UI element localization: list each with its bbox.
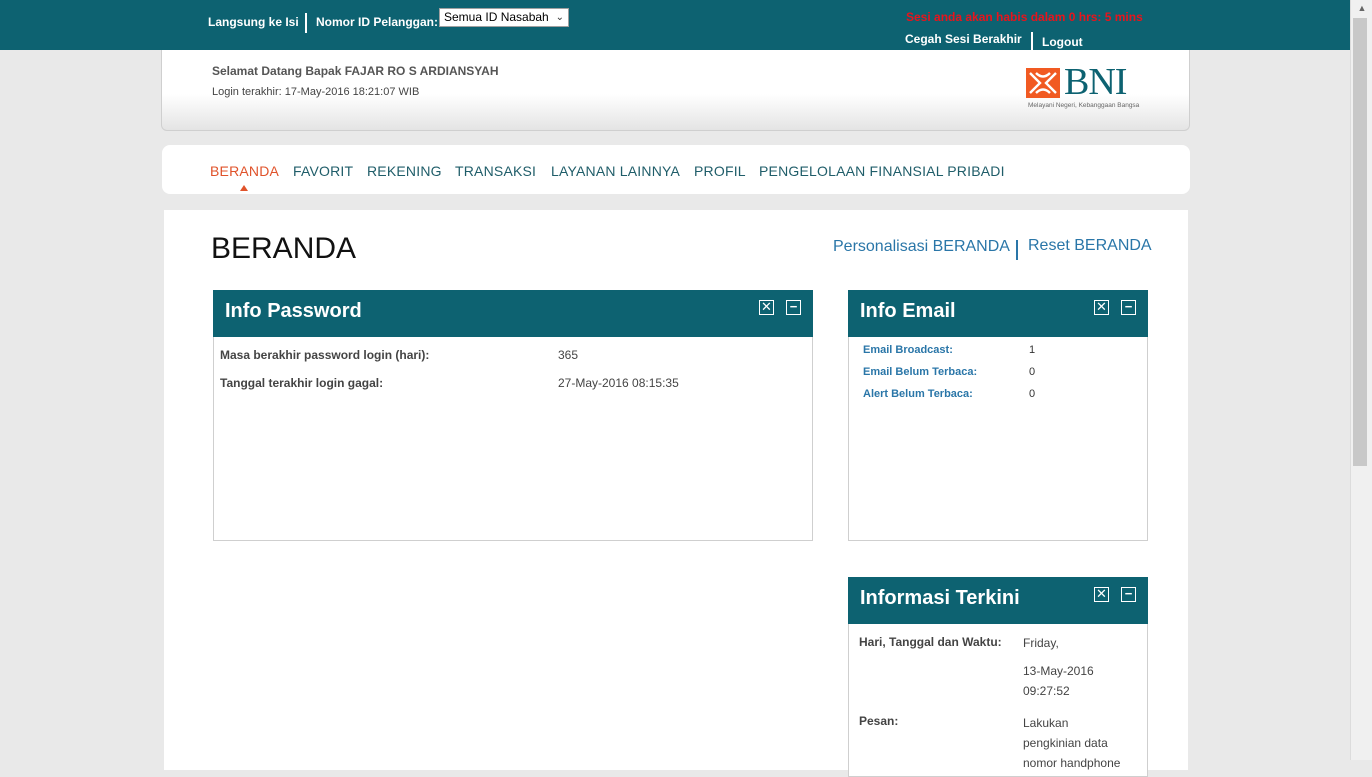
unread-alert-count: 0 bbox=[1029, 388, 1036, 400]
info-password-header: Info Password ✕ − bbox=[213, 290, 813, 337]
info-email-header: Info Email ✕ − bbox=[848, 290, 1148, 337]
top-bar: Langsung ke Isi Nomor ID Pelanggan: Semu… bbox=[0, 0, 1350, 50]
page-scrollbar[interactable]: ▲ bbox=[1350, 0, 1372, 760]
minimize-panel-icon[interactable]: − bbox=[1121, 300, 1136, 315]
last-failed-login-label: Tanggal terakhir login gagal: bbox=[220, 376, 384, 390]
session-timeout-warning: Sesi anda akan habis dalam 0 hrs: 5 mins bbox=[906, 10, 1143, 24]
info-time: 09:27:52 bbox=[1023, 684, 1070, 698]
informasi-terkini-panel: Informasi Terkini ✕ − Hari, Tanggal dan … bbox=[848, 577, 1148, 777]
skip-to-content-link[interactable]: Langsung ke Isi bbox=[208, 15, 299, 29]
email-broadcast-count: 1 bbox=[1029, 344, 1036, 356]
page-title: BERANDA bbox=[211, 232, 357, 265]
info-password-title: Info Password bbox=[225, 300, 362, 322]
scroll-up-arrow-icon[interactable]: ▲ bbox=[1351, 0, 1372, 17]
email-broadcast-link[interactable]: Email Broadcast: bbox=[863, 344, 953, 356]
main-navigation: BERANDA FAVORIT REKENING TRANSAKSI LAYAN… bbox=[162, 145, 1190, 194]
welcome-greeting: Selamat Datang Bapak FAJAR RO S ARDIANSY… bbox=[212, 64, 499, 78]
link-divider bbox=[1016, 240, 1018, 260]
close-panel-icon[interactable]: ✕ bbox=[759, 300, 774, 315]
chevron-down-icon: ⌄ bbox=[555, 12, 564, 23]
customer-id-select-value: Semua ID Nasabah bbox=[444, 10, 549, 24]
message-line-1: Lakukan bbox=[1023, 716, 1069, 730]
unread-email-count: 0 bbox=[1029, 366, 1036, 378]
last-login-info: Login terakhir: 17-May-2016 18:21:07 WIB bbox=[212, 86, 420, 98]
info-password-panel: Info Password ✕ − Masa berakhir password… bbox=[213, 290, 813, 541]
close-panel-icon[interactable]: ✕ bbox=[1094, 587, 1109, 602]
nav-item-profil[interactable]: PROFIL bbox=[694, 163, 746, 179]
datetime-label: Hari, Tanggal dan Waktu: bbox=[859, 635, 1002, 649]
message-line-3: nomor handphone bbox=[1023, 756, 1121, 770]
info-email-title: Info Email bbox=[860, 300, 956, 322]
informasi-terkini-header: Informasi Terkini ✕ − bbox=[848, 577, 1148, 624]
logout-link[interactable]: Logout bbox=[1042, 35, 1083, 49]
scrollbar-thumb[interactable] bbox=[1353, 18, 1367, 466]
unread-email-link[interactable]: Email Belum Terbaca: bbox=[863, 366, 977, 378]
message-line-2: pengkinian data bbox=[1023, 736, 1108, 750]
informasi-terkini-title: Informasi Terkini bbox=[860, 587, 1020, 609]
nav-item-pengelolaan-finansial-pribadi[interactable]: PENGELOLAAN FINANSIAL PRIBADI bbox=[759, 163, 1005, 179]
reset-beranda-link[interactable]: Reset BERANDA bbox=[1028, 237, 1152, 255]
bni-logo: BNI Melayani Negeri, Kebanggaan Bangsa bbox=[1026, 61, 1150, 112]
welcome-header: Selamat Datang Bapak FAJAR RO S ARDIANSY… bbox=[161, 50, 1190, 131]
minimize-panel-icon[interactable]: − bbox=[786, 300, 801, 315]
customer-id-select[interactable]: Semua ID Nasabah ⌄ bbox=[439, 8, 569, 27]
bni-logo-mark-icon bbox=[1026, 68, 1060, 98]
nav-item-layanan-lainnya[interactable]: LAYANAN LAINNYA bbox=[551, 163, 680, 179]
last-failed-login-value: 27-May-2016 08:15:35 bbox=[558, 376, 679, 390]
message-label: Pesan: bbox=[859, 714, 899, 728]
topbar-divider bbox=[305, 13, 307, 33]
close-panel-icon[interactable]: ✕ bbox=[1094, 300, 1109, 315]
nav-item-beranda[interactable]: BERANDA bbox=[210, 163, 279, 179]
nav-item-favorit[interactable]: FAVORIT bbox=[293, 163, 353, 179]
topbar-divider-2 bbox=[1031, 32, 1033, 50]
personalize-beranda-link[interactable]: Personalisasi BERANDA bbox=[833, 238, 1010, 256]
bni-logo-text: BNI bbox=[1064, 61, 1127, 103]
nav-item-rekening[interactable]: REKENING bbox=[367, 163, 442, 179]
prevent-session-end-link[interactable]: Cegah Sesi Berakhir bbox=[905, 32, 1022, 46]
info-day: Friday, bbox=[1023, 636, 1059, 650]
password-expiry-label: Masa berakhir password login (hari): bbox=[220, 348, 430, 362]
main-content: BERANDA Personalisasi BERANDA Reset BERA… bbox=[164, 210, 1188, 777]
customer-id-label: Nomor ID Pelanggan: bbox=[316, 15, 439, 29]
unread-alert-link[interactable]: Alert Belum Terbaca: bbox=[863, 388, 973, 400]
nav-item-transaksi[interactable]: TRANSAKSI bbox=[455, 163, 536, 179]
info-email-panel: Info Email ✕ − Email Broadcast: 1 Email … bbox=[848, 290, 1148, 541]
active-nav-indicator bbox=[240, 185, 248, 191]
password-expiry-value: 365 bbox=[558, 348, 579, 362]
bni-logo-tagline: Melayani Negeri, Kebanggaan Bangsa bbox=[1028, 102, 1140, 109]
info-date: 13-May-2016 bbox=[1023, 664, 1094, 678]
minimize-panel-icon[interactable]: − bbox=[1121, 587, 1136, 602]
